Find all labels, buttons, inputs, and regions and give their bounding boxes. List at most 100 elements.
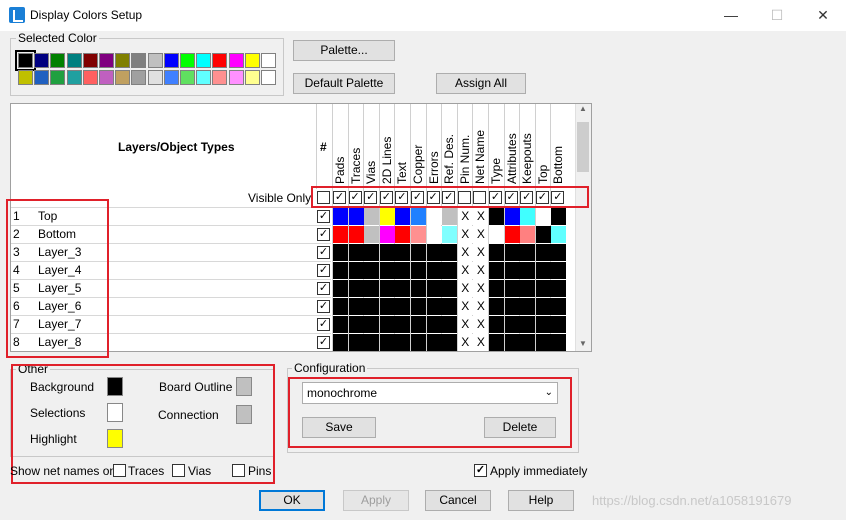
palette-swatch[interactable] xyxy=(66,70,82,85)
column-header[interactable]: 2D Lines xyxy=(380,106,394,184)
palette-swatch[interactable] xyxy=(228,70,244,85)
color-cell[interactable] xyxy=(442,262,458,279)
palette-swatch[interactable] xyxy=(15,50,36,71)
color-cell[interactable] xyxy=(442,280,458,297)
disabled-color-cell[interactable]: X xyxy=(473,316,489,333)
color-cell[interactable] xyxy=(426,262,442,279)
color-cell[interactable] xyxy=(442,244,458,261)
color-cell[interactable] xyxy=(364,208,380,225)
color-cell[interactable] xyxy=(379,316,395,333)
color-cell[interactable] xyxy=(551,334,567,351)
palette-swatch[interactable] xyxy=(163,70,179,85)
color-cell[interactable] xyxy=(489,208,504,225)
palette-button[interactable]: Palette... xyxy=(293,40,395,61)
palette-swatch[interactable] xyxy=(99,53,114,68)
color-cell[interactable] xyxy=(551,244,567,261)
color-cell[interactable] xyxy=(348,334,364,351)
disabled-color-cell[interactable]: X xyxy=(457,208,473,225)
palette-swatch[interactable] xyxy=(180,53,195,68)
color-cell[interactable] xyxy=(411,280,426,297)
color-cell[interactable] xyxy=(333,316,348,333)
disabled-color-cell[interactable]: X xyxy=(457,298,473,315)
palette-swatch[interactable] xyxy=(50,53,66,68)
color-cell[interactable] xyxy=(348,316,364,333)
color-cell[interactable] xyxy=(379,334,395,351)
color-cell[interactable] xyxy=(395,334,411,351)
disabled-color-cell[interactable]: X xyxy=(457,334,473,351)
color-cell[interactable] xyxy=(442,316,458,333)
layer-visible-checkbox[interactable] xyxy=(317,228,330,241)
color-cell[interactable] xyxy=(333,262,348,279)
palette-swatch[interactable] xyxy=(261,70,276,85)
disabled-color-cell[interactable]: X xyxy=(457,226,473,243)
grid-scroll-thumb[interactable] xyxy=(577,122,589,172)
color-cell[interactable] xyxy=(348,280,364,297)
color-cell[interactable] xyxy=(489,262,504,279)
layer-visible-checkbox[interactable] xyxy=(317,300,330,313)
close-button[interactable]: ✕ xyxy=(800,0,846,31)
color-cell[interactable] xyxy=(489,226,504,243)
color-cell[interactable] xyxy=(348,226,364,243)
color-cell[interactable] xyxy=(379,298,395,315)
pins-checkbox[interactable] xyxy=(232,464,245,477)
color-cell[interactable] xyxy=(520,244,536,261)
color-cell[interactable] xyxy=(520,334,536,351)
color-cell[interactable] xyxy=(535,262,551,279)
color-cell[interactable] xyxy=(348,208,364,225)
apply-immediately-checkbox[interactable]: ✓ xyxy=(474,464,487,477)
color-cell[interactable] xyxy=(426,208,442,225)
apply-button[interactable]: Apply xyxy=(343,490,409,511)
default-palette-button[interactable]: Default Palette xyxy=(293,73,395,94)
column-header[interactable]: Copper xyxy=(411,106,425,184)
column-header[interactable]: Pin Num. xyxy=(458,106,472,184)
color-cell[interactable] xyxy=(364,244,380,261)
color-cell[interactable] xyxy=(551,208,567,225)
color-cell[interactable] xyxy=(395,262,411,279)
color-cell[interactable] xyxy=(411,298,426,315)
color-cell[interactable] xyxy=(535,280,551,297)
column-header[interactable]: Traces xyxy=(349,106,363,184)
color-cell[interactable] xyxy=(520,298,536,315)
palette-swatch[interactable] xyxy=(244,70,260,85)
color-cell[interactable] xyxy=(504,208,520,225)
disabled-color-cell[interactable]: X xyxy=(473,244,489,261)
color-cell[interactable] xyxy=(333,334,348,351)
color-cell[interactable] xyxy=(348,244,364,261)
palette-swatch[interactable] xyxy=(131,53,147,68)
palette-swatch[interactable] xyxy=(196,53,212,68)
color-cell[interactable] xyxy=(348,262,364,279)
palette-swatch[interactable] xyxy=(163,53,179,68)
palette-swatch[interactable] xyxy=(180,70,195,85)
palette-swatch[interactable] xyxy=(82,70,98,85)
column-header[interactable]: Errors xyxy=(427,106,441,184)
minimize-button[interactable]: — xyxy=(708,0,754,31)
disabled-color-cell[interactable]: X xyxy=(473,298,489,315)
layer-visible-checkbox[interactable] xyxy=(317,318,330,331)
column-header[interactable]: Attributes xyxy=(505,106,519,184)
help-button[interactable]: Help xyxy=(508,490,574,511)
layer-visible-checkbox[interactable] xyxy=(317,264,330,277)
palette-swatch[interactable] xyxy=(147,53,163,68)
disabled-color-cell[interactable]: X xyxy=(457,316,473,333)
color-cell[interactable] xyxy=(364,334,380,351)
palette-swatch[interactable] xyxy=(34,53,50,68)
color-cell[interactable] xyxy=(551,280,567,297)
color-cell[interactable] xyxy=(535,298,551,315)
color-cell[interactable] xyxy=(379,280,395,297)
disabled-color-cell[interactable]: X xyxy=(473,280,489,297)
palette-swatch[interactable] xyxy=(147,70,163,85)
palette-swatch[interactable] xyxy=(196,70,212,85)
color-cell[interactable] xyxy=(504,298,520,315)
color-cell[interactable] xyxy=(535,244,551,261)
color-cell[interactable] xyxy=(489,316,504,333)
color-cell[interactable] xyxy=(379,262,395,279)
color-cell[interactable] xyxy=(411,262,426,279)
color-cell[interactable] xyxy=(395,280,411,297)
disabled-color-cell[interactable]: X xyxy=(457,244,473,261)
palette-swatch[interactable] xyxy=(244,53,260,68)
color-cell[interactable] xyxy=(333,298,348,315)
color-cell[interactable] xyxy=(333,280,348,297)
column-header[interactable]: Vias xyxy=(364,106,378,184)
palette-swatch[interactable] xyxy=(261,53,276,68)
color-cell[interactable] xyxy=(442,298,458,315)
